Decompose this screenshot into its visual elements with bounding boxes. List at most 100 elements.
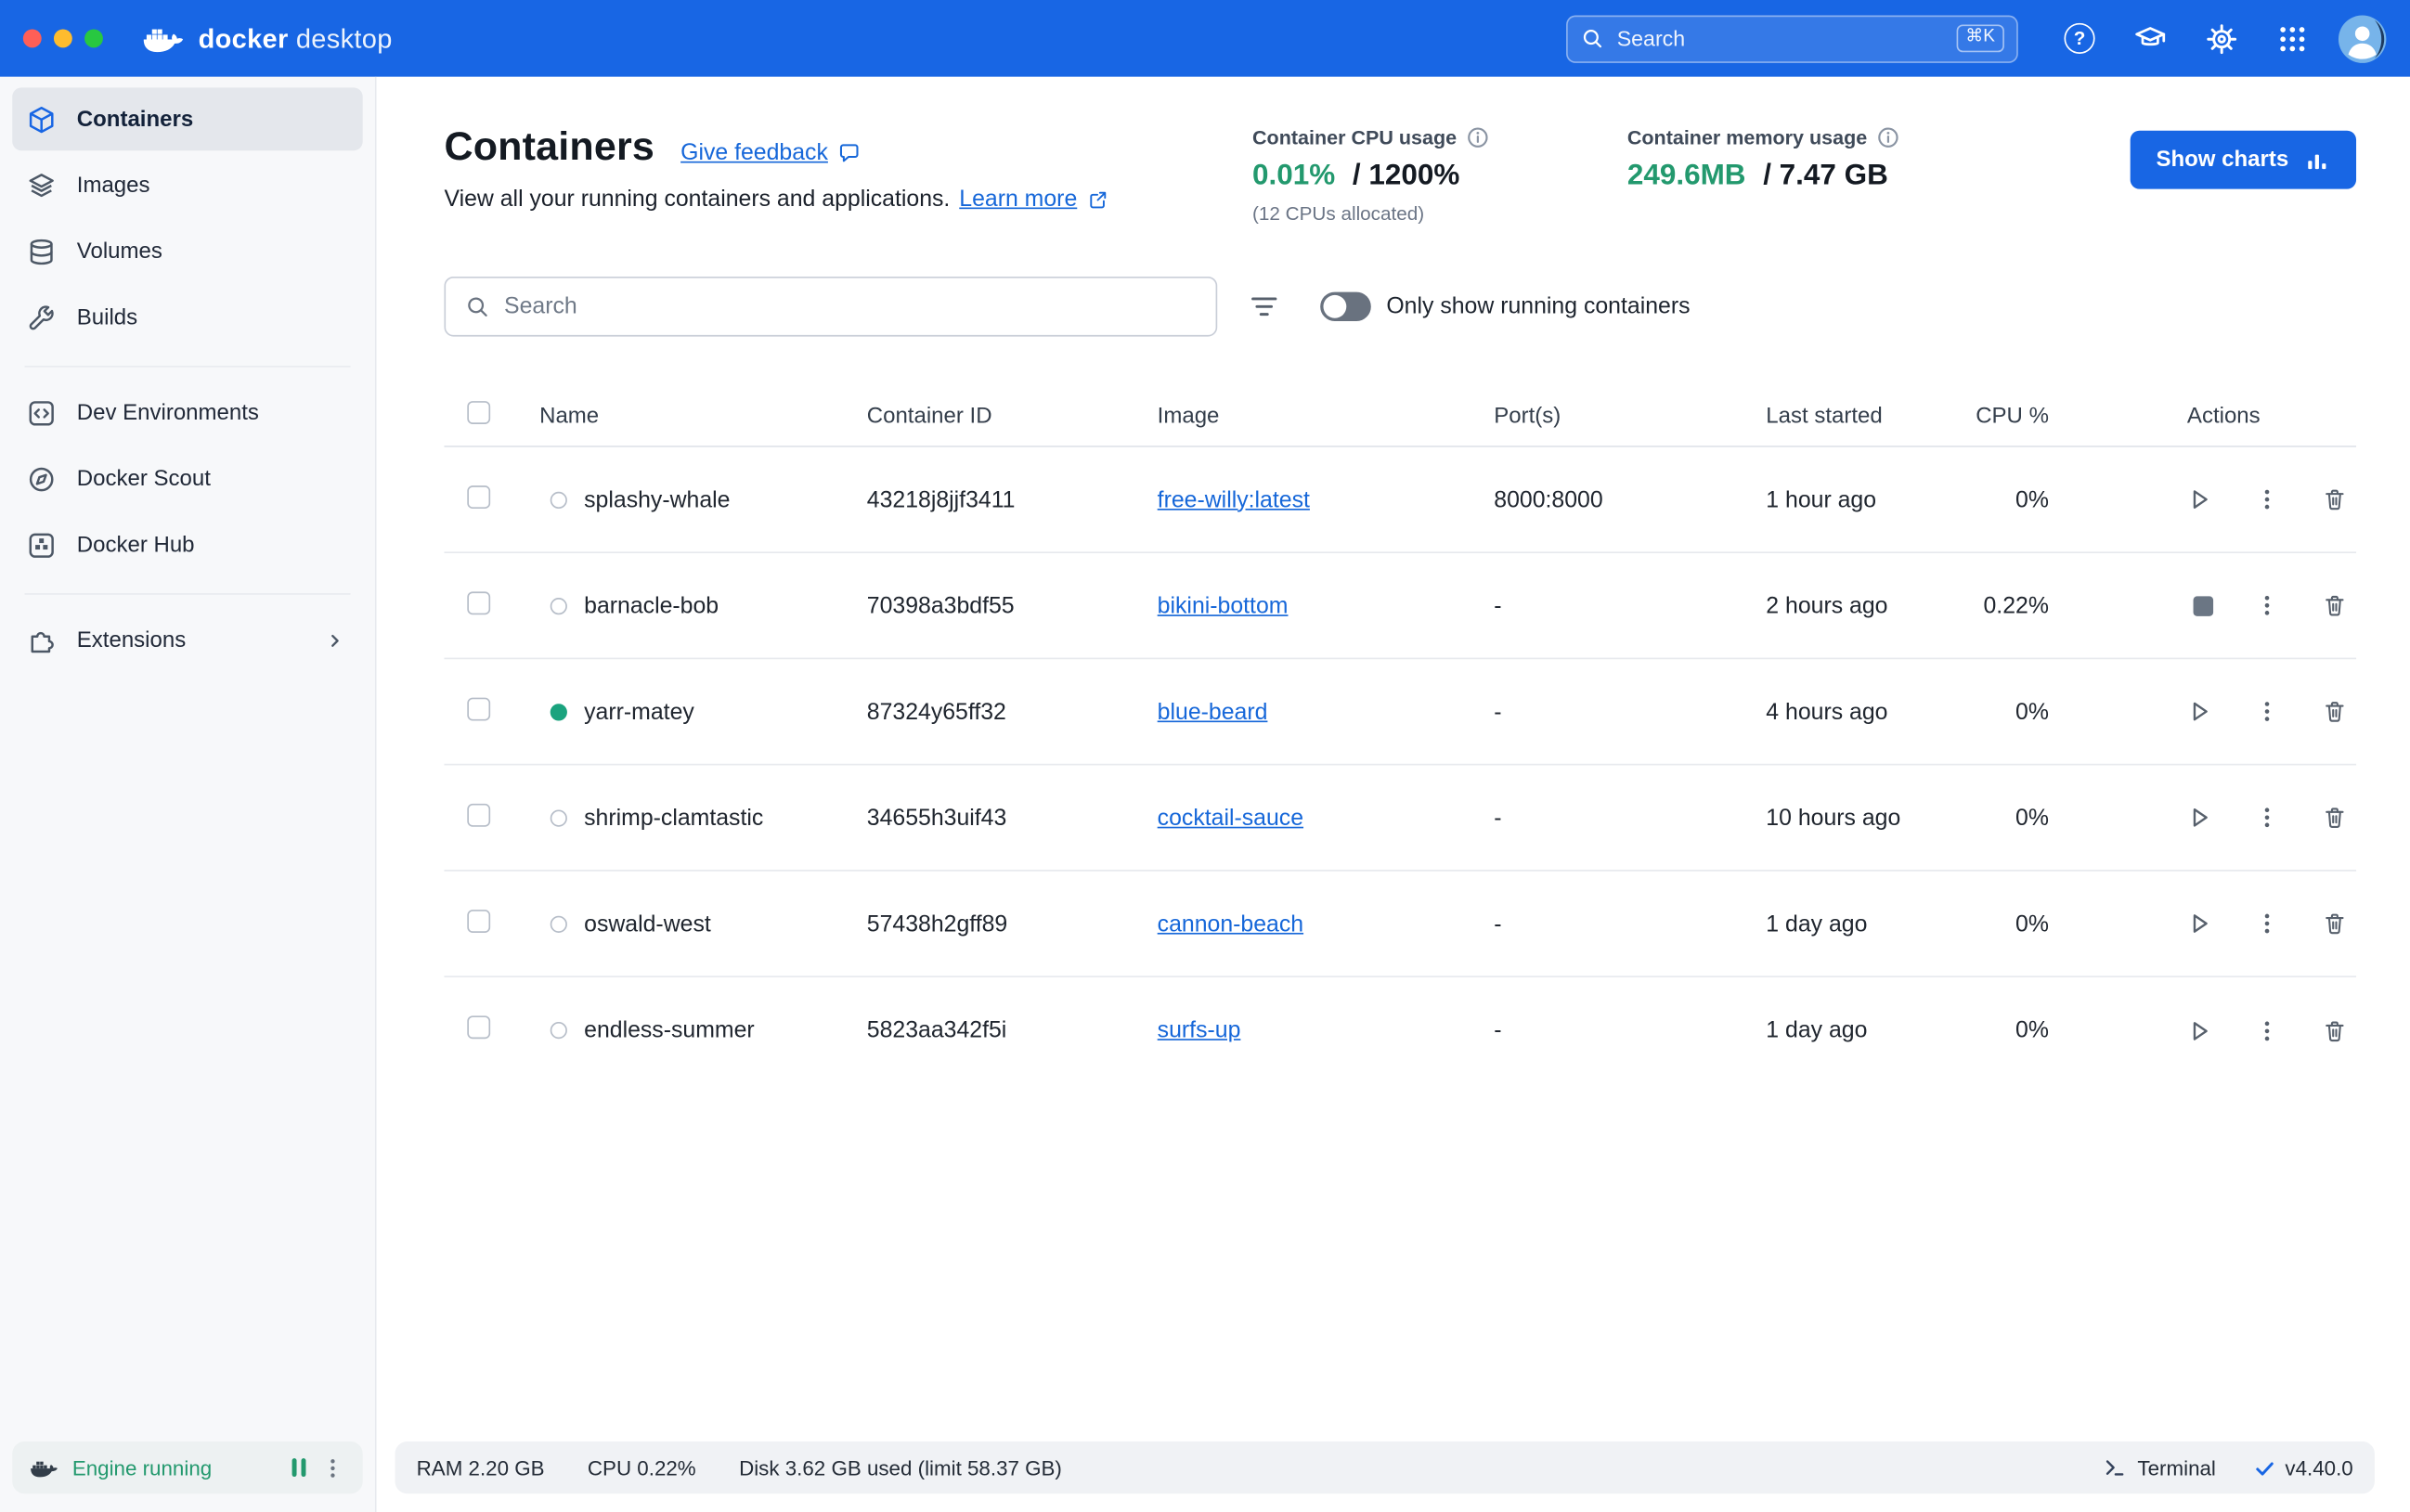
pause-engine-button[interactable] bbox=[292, 1453, 306, 1483]
grid-dots-icon bbox=[2277, 24, 2306, 53]
terminal-button[interactable]: Terminal bbox=[2102, 1455, 2216, 1480]
close-window-button[interactable] bbox=[23, 29, 42, 47]
help-button[interactable]: ? bbox=[2055, 14, 2105, 63]
row-checkbox[interactable] bbox=[467, 1015, 490, 1039]
question-icon: ? bbox=[2064, 23, 2094, 54]
sidebar: Containers Images Volumes Builds bbox=[0, 77, 377, 1512]
row-menu-button[interactable] bbox=[2253, 910, 2281, 937]
containers-search-input[interactable] bbox=[504, 293, 1198, 319]
row-checkbox[interactable] bbox=[467, 803, 490, 826]
column-header-last-started: Last started bbox=[1766, 404, 1965, 428]
image-link[interactable]: cannon-beach bbox=[1158, 911, 1303, 937]
builds-icon bbox=[26, 302, 57, 332]
play-button[interactable] bbox=[2185, 804, 2213, 832]
play-icon bbox=[2185, 1016, 2213, 1044]
sidebar-item-builds[interactable]: Builds bbox=[12, 286, 362, 349]
row-menu-button[interactable] bbox=[2253, 1016, 2281, 1044]
engine-status: Engine running bbox=[12, 1441, 362, 1493]
image-link[interactable]: blue-beard bbox=[1158, 698, 1268, 724]
row-checkbox[interactable] bbox=[467, 697, 490, 720]
trash-icon bbox=[2321, 698, 2349, 726]
container-ports: - bbox=[1494, 911, 1766, 937]
row-checkbox[interactable] bbox=[467, 591, 490, 614]
global-search[interactable]: ⌘K bbox=[1566, 15, 2018, 62]
play-button[interactable] bbox=[2185, 910, 2213, 937]
table-row: oswald-west 57438h2gff89 cannon-beach - … bbox=[444, 872, 2356, 977]
status-dot bbox=[551, 703, 567, 719]
filter-button[interactable] bbox=[1248, 291, 1280, 323]
memory-usage-label: Container memory usage bbox=[1627, 126, 1867, 149]
delete-button[interactable] bbox=[2321, 804, 2349, 832]
delete-button[interactable] bbox=[2321, 485, 2349, 513]
play-button[interactable] bbox=[2185, 485, 2213, 513]
row-menu-button[interactable] bbox=[2253, 804, 2281, 832]
play-icon bbox=[2185, 804, 2213, 832]
sidebar-item-docker-hub[interactable]: Docker Hub bbox=[12, 513, 362, 576]
external-link-icon bbox=[1086, 188, 1108, 210]
container-ports: - bbox=[1494, 698, 1766, 724]
learning-center-button[interactable] bbox=[2126, 14, 2175, 63]
sidebar-item-dev-environments[interactable]: Dev Environments bbox=[12, 381, 362, 445]
graduation-cap-icon bbox=[2133, 21, 2167, 55]
sidebar-item-label: Images bbox=[77, 173, 150, 197]
play-button[interactable] bbox=[2185, 1016, 2213, 1044]
row-checkbox[interactable] bbox=[467, 909, 490, 932]
delete-button[interactable] bbox=[2321, 698, 2349, 726]
play-icon bbox=[2185, 910, 2213, 937]
info-icon[interactable] bbox=[1466, 126, 1489, 149]
give-feedback-link[interactable]: Give feedback bbox=[680, 140, 861, 166]
container-ports: - bbox=[1494, 1017, 1766, 1043]
info-icon[interactable] bbox=[1876, 126, 1899, 149]
show-charts-button[interactable]: Show charts bbox=[2130, 131, 2356, 189]
trash-icon bbox=[2321, 1016, 2349, 1044]
sidebar-item-containers[interactable]: Containers bbox=[12, 87, 362, 150]
select-all-checkbox[interactable] bbox=[467, 401, 490, 424]
cpu-usage-label: Container CPU usage bbox=[1252, 126, 1457, 149]
row-checkbox[interactable] bbox=[467, 485, 490, 508]
table-body: splashy-whale 43218j8jjf3411 free-willy:… bbox=[444, 447, 2356, 1083]
container-id: 70398a3bdf55 bbox=[867, 592, 1158, 618]
give-feedback-label: Give feedback bbox=[680, 140, 828, 166]
delete-button[interactable] bbox=[2321, 591, 2349, 619]
containers-search[interactable] bbox=[444, 277, 1217, 337]
apps-grid-button[interactable] bbox=[2267, 14, 2316, 63]
column-header-actions: Actions bbox=[2058, 404, 2355, 428]
minimize-window-button[interactable] bbox=[54, 29, 72, 47]
container-name: splashy-whale bbox=[584, 486, 730, 512]
table-row: yarr-matey 87324y65ff32 blue-beard - 4 h… bbox=[444, 659, 2356, 765]
dev-environments-icon bbox=[26, 397, 57, 428]
column-header-image: Image bbox=[1158, 404, 1495, 428]
row-menu-button[interactable] bbox=[2253, 698, 2281, 726]
container-id: 5823aa342f5i bbox=[867, 1017, 1158, 1043]
delete-button[interactable] bbox=[2321, 1016, 2349, 1044]
row-menu-button[interactable] bbox=[2253, 485, 2281, 513]
sidebar-item-docker-scout[interactable]: Docker Scout bbox=[12, 447, 362, 510]
image-link[interactable]: surfs-up bbox=[1158, 1017, 1241, 1043]
delete-button[interactable] bbox=[2321, 910, 2349, 937]
window-controls bbox=[23, 29, 103, 47]
play-button[interactable] bbox=[2185, 698, 2213, 726]
settings-button[interactable] bbox=[2196, 14, 2246, 63]
image-link[interactable]: cocktail-sauce bbox=[1158, 805, 1303, 831]
ram-usage: RAM 2.20 GB bbox=[417, 1456, 545, 1480]
cpu-percent: 0% bbox=[1966, 698, 2058, 724]
account-menu-button[interactable] bbox=[2338, 14, 2387, 63]
container-name: barnacle-bob bbox=[584, 592, 719, 618]
trash-icon bbox=[2321, 804, 2349, 832]
trash-icon bbox=[2321, 591, 2349, 619]
learn-more-link[interactable]: Learn more bbox=[959, 186, 1077, 212]
trash-icon bbox=[2321, 910, 2349, 937]
sidebar-item-extensions[interactable]: Extensions bbox=[12, 609, 362, 672]
row-menu-button[interactable] bbox=[2253, 591, 2281, 619]
global-search-input[interactable] bbox=[1617, 26, 1944, 50]
kebab-menu-icon bbox=[2253, 591, 2281, 619]
kebab-menu-icon bbox=[2253, 910, 2281, 937]
sidebar-item-images[interactable]: Images bbox=[12, 154, 362, 217]
image-link[interactable]: bikini-bottom bbox=[1158, 592, 1289, 618]
running-only-toggle[interactable] bbox=[1320, 292, 1371, 321]
image-link[interactable]: free-willy:latest bbox=[1158, 486, 1310, 512]
stop-button[interactable] bbox=[2194, 596, 2214, 616]
engine-menu-button[interactable] bbox=[319, 1454, 345, 1480]
sidebar-item-volumes[interactable]: Volumes bbox=[12, 220, 362, 283]
maximize-window-button[interactable] bbox=[84, 29, 103, 47]
